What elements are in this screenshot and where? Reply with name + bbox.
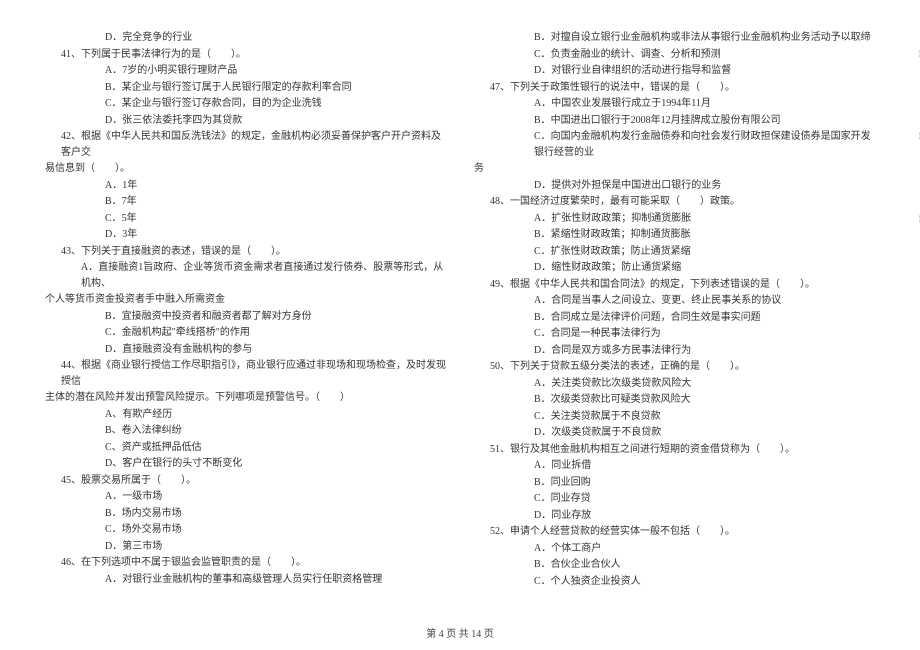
q51-opt-c: C．同业存贷 <box>474 491 875 507</box>
q47-opt-a: A．中国农业发展银行成立于1994年11月 <box>474 96 875 112</box>
q55-stem: 55、完全竞争的行业的根本特点是（ ）。 <box>903 212 920 228</box>
q43-opt-d: D．直接融资没有金融机构的参与 <box>45 342 446 358</box>
q51-opt-a: A．同业拆借 <box>474 458 875 474</box>
q47-opt-c-line1: C．向国内金融机构发行金融债券和向社会发行财政担保建设债券是国家开发银行经营的业 <box>474 129 875 160</box>
q53-stem: 53、个人住房贷款期限一般不超过（ ）。 <box>903 47 920 63</box>
q42-opt-a: A．1年 <box>45 178 446 194</box>
q55-opt-a: A．生产资料可以完全流动 <box>903 228 920 244</box>
q44-opt-a: A、有欺产经历 <box>45 407 446 423</box>
q51-stem: 51、银行及其他金融机构相互之间进行短期的资金借贷称为（ ）。 <box>474 442 875 458</box>
q53-opt-d: D:30年 <box>903 113 920 129</box>
q53-opt-c: C:20年 <box>903 96 920 112</box>
q46-opt-a: A．对银行业金融机构的董事和高级管理人员实行任职资格管理 <box>45 572 446 588</box>
q42-stem-cont: 易信息到（ ）。 <box>45 161 446 177</box>
q53-opt-a: A:10年 <box>903 63 920 79</box>
q44-stem-line2: 主体的潜在风险并发出预警风险提示。下列哪项是预警信号。（ ） <box>45 390 446 406</box>
q47-stem: 47、下列关于政策性银行的说法中，错误的是（ ）。 <box>474 80 875 96</box>
q49-opt-c: C．合同是一种民事法律行为 <box>474 326 875 342</box>
page-body: D．完全竞争的行业 41、下列属于民事法律行为的是（ ）。 A．7岁的小明买银行… <box>45 30 875 600</box>
q41-stem: 41、下列属于民事法律行为的是（ ）。 <box>45 47 446 63</box>
q41-opt-a: A．7岁的小明买银行理财产品 <box>45 63 446 79</box>
q55-opt-b: B．企业的产品无差异 <box>903 245 920 261</box>
q51-opt-d: D．同业存放 <box>474 508 875 524</box>
q47-opt-b: B．中国进出口银行于2008年12月挂牌成立股份有限公司 <box>474 113 875 129</box>
q41-opt-b: B．某企业与银行签订属于人民银行限定的存款利率合同 <box>45 80 446 96</box>
q42-opt-c: C．5年 <box>45 211 446 227</box>
q45-opt-a: A．一级市场 <box>45 489 446 505</box>
page-footer: 第 4 页 共 14 页 <box>0 625 920 640</box>
q52-opt-d: D．有限公司法人代表 <box>903 30 920 46</box>
q50-opt-d: D．次级类贷款属于不良贷款 <box>474 425 875 441</box>
q47-opt-c-line2: 务 <box>474 161 875 177</box>
q54-opt-d: D．一般保证 <box>903 195 920 211</box>
q54-opt-b: B．连带责任保证 <box>903 162 920 178</box>
q42-opt-d: D．3年 <box>45 227 446 243</box>
q45-opt-d: D．第三市场 <box>45 539 446 555</box>
q48-opt-a: A．扩张性财政政策；抑制通货膨胀 <box>474 211 875 227</box>
q50-opt-b: B．次级类贷款比可疑类贷款风险大 <box>474 392 875 408</box>
q48-opt-c: C．扩张性财政政策；防止通货紧缩 <box>474 244 875 260</box>
q48-opt-d: D．缩性财政政策；防止通货紧缩 <box>474 260 875 276</box>
q46-stem: 46、在下列选项中不属于银监会监管职责的是（ ）。 <box>45 555 446 571</box>
q49-opt-a: A．合同是当事人之间设立、变更、终止民事关系的协议 <box>474 293 875 309</box>
q43-stem: 43、下列关于直接融资的表述，错误的是（ ）。 <box>45 244 446 260</box>
q52-opt-a: A．个体工商户 <box>474 541 875 557</box>
q52-opt-c: C．个人独资企业投资人 <box>474 574 875 590</box>
q43-opt-a-line1: A．直接融资1旨政府、企业等货币资金需求者直接通过发行债券、股票等形式，从机构、 <box>45 260 446 291</box>
q50-opt-c: C．关注类贷款属于不良贷款 <box>474 409 875 425</box>
q49-stem: 49、根据《中华人民共和国合同法》的规定，下列表述错误的是（ ）。 <box>474 277 875 293</box>
q51-opt-b: B．同业回购 <box>474 475 875 491</box>
q43-opt-c: C．金融机构起"牵线搭桥"的作用 <box>45 325 446 341</box>
q46-opt-c: C．负责金融业的统计、调查、分析和预测 <box>474 47 875 63</box>
q48-stem: 48、一国经济过度繁荣时，最有可能采取（ ）政策。 <box>474 194 875 210</box>
q54-opt-c: C．法定责任 <box>903 179 920 195</box>
q50-opt-a: A．关注类贷款比次级类贷款风险大 <box>474 376 875 392</box>
q41-opt-d: D．张三依法委托李四为其贷款 <box>45 113 446 129</box>
q44-opt-c: C、资产或抵押品低估 <box>45 440 446 456</box>
q54-stem: 54、当事人对保证方式没有约定或约定不明确的，按照（ ）方式承担保证责任。 <box>903 129 920 145</box>
q45-opt-b: B．场内交易市场 <box>45 506 446 522</box>
q42-stem: 42、根据《中华人民共和国反洗钱法》的规定，金融机构必须妥善保护客户开户资料及客… <box>45 129 446 160</box>
q50-stem: 50、下列关于贷款五级分类法的表述，正确的是（ ）。 <box>474 359 875 375</box>
q45-opt-c: C．场外交易市场 <box>45 522 446 538</box>
q46-opt-b: B．对擅自设立银行业金融机构或非法从事银行业金融机构业务活动予以取缔 <box>474 30 875 46</box>
q41-opt-c: C．某企业与银行签订存款合同，目的为企业洗钱 <box>45 96 446 112</box>
orphan-option: D．完全竞争的行业 <box>45 30 446 46</box>
q52-opt-b: B．合伙企业合伙人 <box>474 557 875 573</box>
q42-opt-b: B．7年 <box>45 194 446 210</box>
q49-opt-d: D．合同是双方或多方民事法律行为 <box>474 343 875 359</box>
q44-opt-b: B、卷入法律纠纷 <box>45 423 446 439</box>
q43-opt-a-line2: 个人等货币资金投资者手中融入所需资金 <box>45 292 446 308</box>
q54-opt-a: A．特殊保证 <box>903 146 920 162</box>
q52-stem: 52、申请个人经营贷款的经营实体一般不包括（ ）。 <box>474 524 875 540</box>
q43-opt-b: B．宜接融资中投资者和融资者都了解对方身份 <box>45 309 446 325</box>
q44-stem-line1: 44、根据《商业银行授信工作尽职指引》，商业银行应通过非现场和现场检查，及时发现… <box>45 358 446 389</box>
q48-opt-b: B．紧缩性财政政策；抑制通货膨胀 <box>474 227 875 243</box>
q49-opt-b: B．合同成立是法律评价问题，合同生效是事实问题 <box>474 310 875 326</box>
q47-opt-d: D．提供对外担保是中国进出口银行的业务 <box>474 178 875 194</box>
q53-opt-b: B:15年 <box>903 80 920 96</box>
q46-opt-d: D．对银行业自律组织的活动进行指导和监督 <box>474 63 875 79</box>
q44-opt-d: D、客户在银行的头寸不断变化 <box>45 456 446 472</box>
q45-stem: 45、股票交易所属于（ ）。 <box>45 473 446 489</box>
